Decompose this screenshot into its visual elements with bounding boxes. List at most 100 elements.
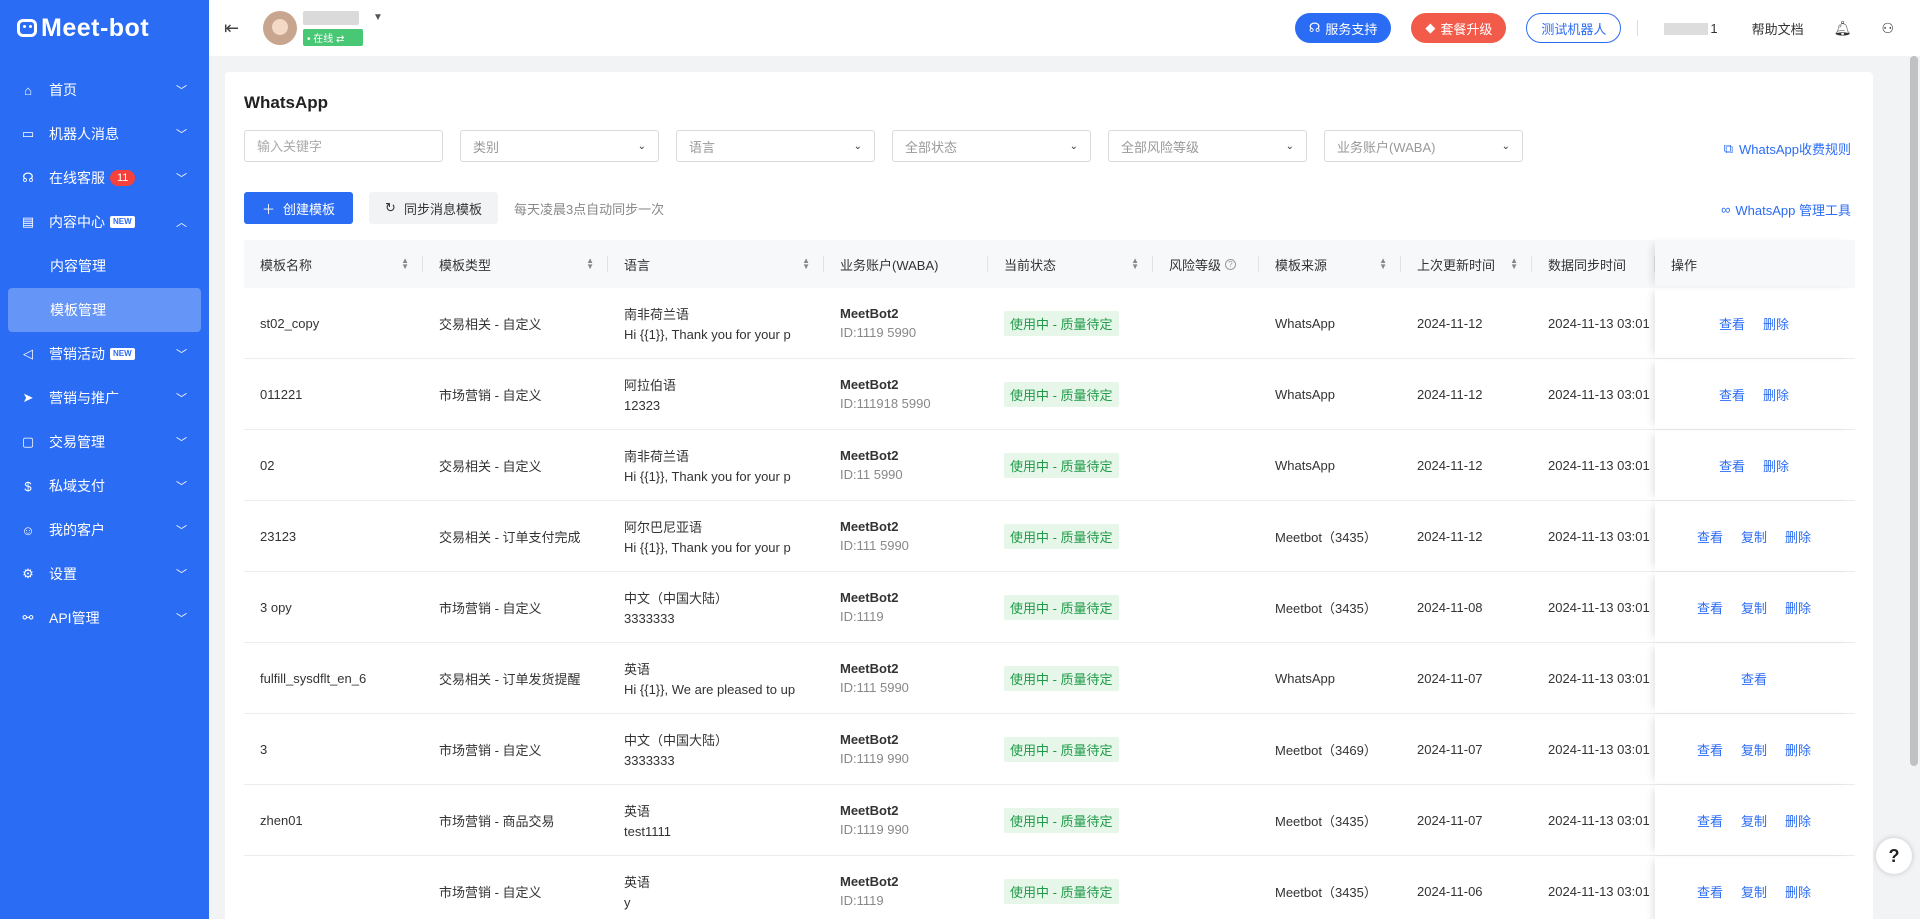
sidebar-subitem[interactable]: 内容管理: [0, 244, 209, 288]
delete-link[interactable]: 删除: [1785, 882, 1811, 901]
table-row: 3 市场营销 - 自定义 中文（中国大陆） 3333333 MeetBot2 ID:111…: [244, 714, 1855, 785]
sidebar-item[interactable]: ⚯ API管理 ﹀: [0, 596, 209, 640]
help-float-button[interactable]: ?: [1876, 838, 1912, 874]
sort-icon[interactable]: ▲ ▼: [1510, 257, 1518, 271]
column-header[interactable]: 语言 ▲ ▼: [608, 240, 824, 288]
template-type: 市场营销 - 自定义: [439, 742, 542, 758]
delete-link[interactable]: 删除: [1785, 527, 1811, 546]
home-icon: ⌂: [24, 82, 32, 98]
category-select[interactable]: 类别 ⌄: [460, 130, 659, 162]
support-button[interactable]: ☊ 服务支持: [1294, 13, 1392, 43]
view-link[interactable]: 查看: [1719, 314, 1745, 333]
keyword-search-field[interactable]: [244, 130, 443, 162]
sidebar-item[interactable]: ▤ 内容中心 NEW ︿: [0, 200, 209, 244]
user-icon[interactable]: ⚇: [1881, 20, 1894, 37]
column-header[interactable]: 当前状态 ▲ ▼: [988, 240, 1153, 288]
template-type: 市场营销 - 自定义: [439, 387, 542, 403]
delete-link[interactable]: 删除: [1763, 385, 1789, 404]
brand-logo[interactable]: Meet-bot: [0, 0, 209, 56]
sidebar-item[interactable]: ☺ 我的客户 ﹀: [0, 508, 209, 552]
page-scrollbar[interactable]: [1910, 56, 1918, 766]
cell-template-name: 3 opy: [244, 572, 423, 642]
whatsapp-fee-rules-link[interactable]: ⧉ WhatsApp收费规则: [1724, 139, 1851, 158]
avatar[interactable]: [263, 11, 297, 45]
bag-icon: ▢: [21, 434, 35, 449]
gear-icon: ⚙: [22, 566, 34, 581]
cell-actions: 查看 删除: [1655, 288, 1855, 358]
template-type: 市场营销 - 商品交易: [439, 813, 555, 829]
sidebar-item[interactable]: $ 私域支付 ﹀: [0, 464, 209, 508]
view-link[interactable]: 查看: [1719, 456, 1745, 475]
sync-templates-button[interactable]: ↻ 同步消息模板: [369, 192, 498, 224]
view-link[interactable]: 查看: [1741, 669, 1767, 688]
sidebar-item[interactable]: ➤ 营销与推广 ﹀: [0, 376, 209, 420]
copy-link[interactable]: 复制: [1741, 811, 1767, 830]
sort-icon[interactable]: ▲ ▼: [586, 257, 594, 271]
waba-id: ID:111918 5990: [840, 396, 931, 411]
whatsapp-manager-link[interactable]: ∞ WhatsApp 管理工具: [1721, 200, 1851, 219]
column-header[interactable]: 模板名称 ▲ ▼: [244, 240, 423, 288]
view-link[interactable]: 查看: [1697, 598, 1723, 617]
online-status-badge[interactable]: • 在线 ⇄: [303, 28, 363, 46]
copy-link[interactable]: 复制: [1741, 882, 1767, 901]
upgrade-button[interactable]: ◆ 套餐升级: [1411, 13, 1507, 43]
chevron-down-icon: ﹀: [176, 393, 187, 405]
chevron-down-icon[interactable]: ▼: [373, 12, 383, 23]
risk-level-select[interactable]: 全部风险等级 ⌄: [1108, 130, 1307, 162]
create-template-button[interactable]: ＋创建模板: [244, 192, 354, 224]
view-link[interactable]: 查看: [1697, 811, 1723, 830]
new-badge: NEW: [110, 348, 135, 360]
keyword-search-input[interactable]: [257, 138, 430, 154]
table-body: st02_copy 交易相关 - 自定义 南非荷兰语 Hi {{1}}, Thank …: [244, 288, 1855, 919]
delete-link[interactable]: 删除: [1763, 314, 1789, 333]
delete-link[interactable]: 删除: [1785, 598, 1811, 617]
chevron-down-icon: ﹀: [176, 173, 187, 185]
headset-icon: ☊: [22, 170, 34, 185]
cell-synced: 2024-11-13 03:01: [1532, 643, 1655, 713]
sort-icon[interactable]: ▲ ▼: [1131, 257, 1139, 271]
sidebar-item[interactable]: ⚙ 设置 ﹀: [0, 552, 209, 596]
column-header[interactable]: 模板来源 ▲ ▼: [1259, 240, 1401, 288]
sidebar-item[interactable]: ☊ 在线客服 11 ﹀: [0, 156, 209, 200]
sort-icon[interactable]: ▲ ▼: [401, 257, 409, 271]
sort-icon[interactable]: ▲ ▼: [802, 257, 810, 271]
help-icon[interactable]: ?: [1225, 258, 1237, 270]
column-header[interactable]: 上次更新时间 ▲ ▼: [1401, 240, 1532, 288]
copy-link[interactable]: 复制: [1741, 740, 1767, 759]
waba-account-select[interactable]: 业务账户(WABA) ⌄: [1324, 130, 1523, 162]
delete-link[interactable]: 删除: [1785, 740, 1811, 759]
cell-template-name: fulfill_sysdflt_en_6: [244, 643, 423, 713]
sidebar-subitem[interactable]: 模板管理: [8, 288, 201, 332]
delete-link[interactable]: 删除: [1785, 811, 1811, 830]
status-select[interactable]: 全部状态 ⌄: [892, 130, 1091, 162]
template-preview: y: [624, 895, 631, 910]
document-icon: ▤: [21, 214, 35, 229]
sidebar-item[interactable]: ⌂ 首页 ﹀: [0, 68, 209, 112]
cell-actions: 查看 复制 删除: [1655, 714, 1855, 784]
sidebar-item[interactable]: ▢ 交易管理 ﹀: [0, 420, 209, 464]
view-link[interactable]: 查看: [1697, 740, 1723, 759]
collapse-menu-icon[interactable]: ⇤: [224, 18, 248, 39]
language-select[interactable]: 语言 ⌄: [676, 130, 875, 162]
view-link[interactable]: 查看: [1719, 385, 1745, 404]
copy-link[interactable]: 复制: [1741, 527, 1767, 546]
account-id[interactable]: 1: [1664, 21, 1718, 36]
template-type: 交易相关 - 自定义: [439, 316, 542, 332]
sidebar-item[interactable]: ◁ 营销活动 NEW ﹀: [0, 332, 209, 376]
cell-status: 使用中 - 质量待定: [988, 643, 1153, 713]
language: 阿尔巴尼亚语: [624, 520, 703, 535]
view-link[interactable]: 查看: [1697, 882, 1723, 901]
test-bot-button[interactable]: 测试机器人: [1526, 13, 1622, 43]
sidebar-item[interactable]: ▭ 机器人消息 ﹀: [0, 112, 209, 156]
chevron-down-icon: ﹀: [176, 437, 187, 449]
column-header[interactable]: 模板类型 ▲ ▼: [423, 240, 608, 288]
view-link[interactable]: 查看: [1697, 527, 1723, 546]
delete-link[interactable]: 删除: [1763, 456, 1789, 475]
cell-template-name: [244, 856, 423, 919]
help-docs-link[interactable]: 帮助文档: [1752, 19, 1804, 38]
bell-icon[interactable]: 🔔︎: [1834, 20, 1852, 37]
copy-link[interactable]: 复制: [1741, 598, 1767, 617]
status-badge: 使用中 - 质量待定: [1004, 594, 1119, 620]
chevron-down-icon: ﹀: [176, 569, 187, 581]
sort-icon[interactable]: ▲ ▼: [1379, 257, 1387, 271]
